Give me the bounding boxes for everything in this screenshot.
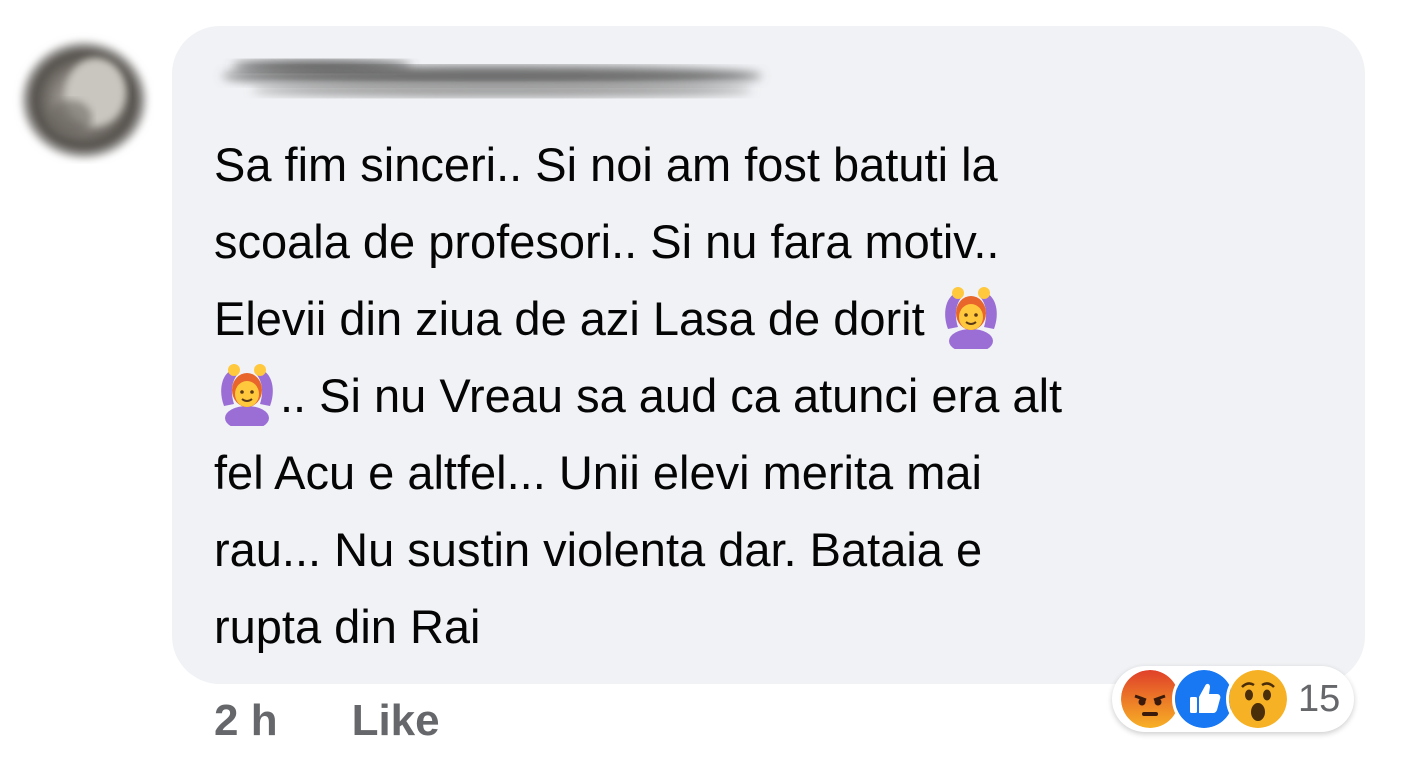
comment-line: rupta din Rai — [214, 600, 481, 653]
avatar[interactable] — [10, 28, 154, 164]
person-gesturing-ok-emoji — [944, 287, 997, 349]
timestamp[interactable]: 2 h — [214, 696, 278, 746]
comment-line: rau... Nu sustin violenta dar. Bataia e — [214, 523, 983, 576]
comment-text: Sa fim sinceri.. Si noi am fost batuti l… — [214, 126, 1324, 665]
comment-thread: Sa fim sinceri.. Si noi am fost batuti l… — [0, 0, 1408, 770]
person-gesturing-ok-emoji — [221, 364, 273, 426]
comment-line: fel Acu e altfel... Unii elevi merita ma… — [214, 446, 982, 499]
comment-bubble: Sa fim sinceri.. Si noi am fost batuti l… — [172, 26, 1365, 684]
comment-line: Elevii din ziua de azi Lasa de dorit — [214, 292, 925, 345]
like-button[interactable]: Like — [352, 696, 440, 746]
comment-actions: 2 h Like — [214, 696, 440, 746]
wow-reaction-icon — [1226, 667, 1290, 731]
reaction-count: 15 — [1298, 677, 1341, 720]
reactions-summary[interactable]: 15 — [1112, 666, 1355, 732]
comment-line: Sa fim sinceri.. Si noi am fost batuti l… — [214, 138, 998, 191]
author-name-redacted[interactable] — [202, 54, 782, 114]
comment-line: .. Si nu Vreau sa aud ca atunci era alt — [280, 369, 1063, 422]
comment-line: scoala de profesori.. Si nu fara motiv.. — [214, 215, 1000, 268]
